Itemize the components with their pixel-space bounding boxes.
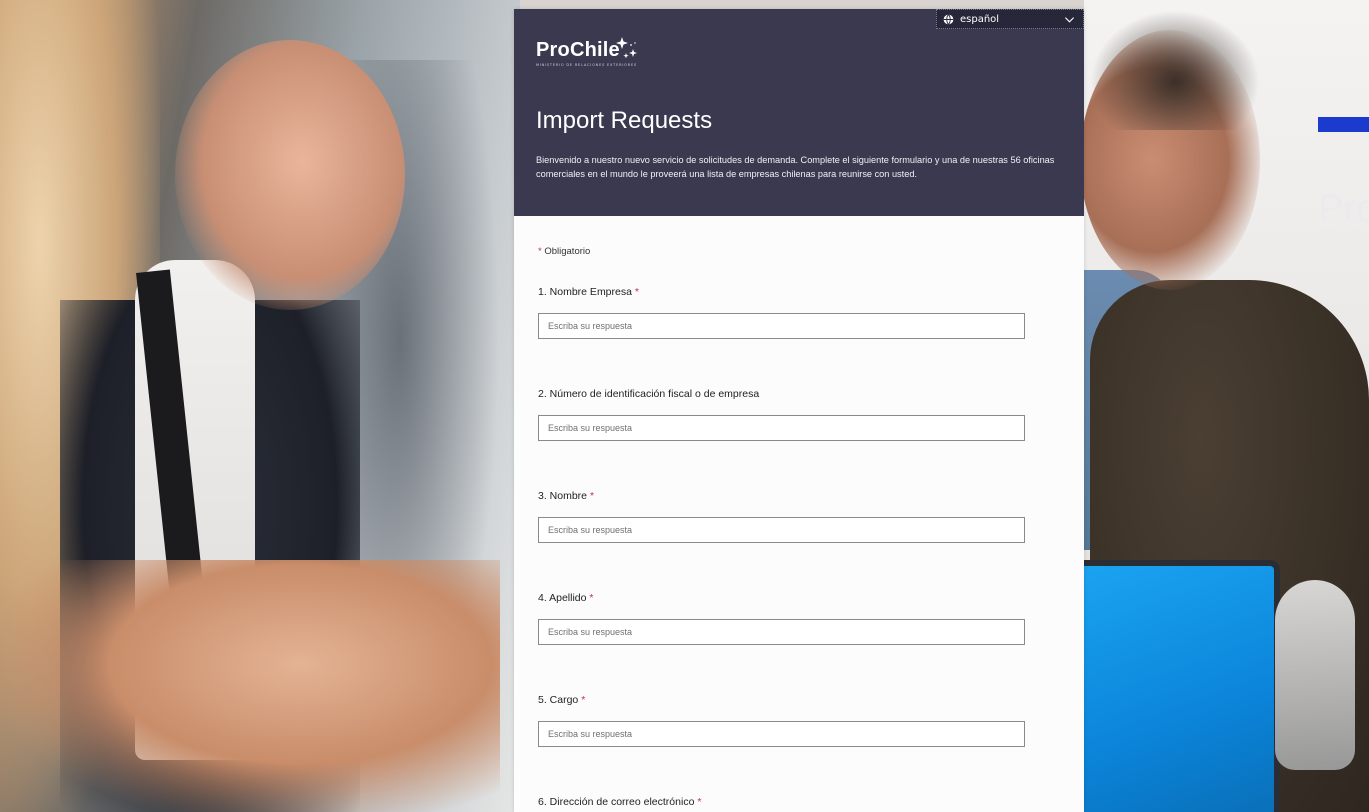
form-description: Bienvenido a nuestro nuevo servicio de s… <box>536 155 1055 179</box>
first-name-input[interactable] <box>538 517 1025 543</box>
company-name-input[interactable] <box>538 313 1025 339</box>
required-note: * Obligatorio <box>538 246 1084 257</box>
question-label: 2. Número de identificación fiscal o de … <box>538 388 1058 400</box>
language-label: español <box>960 13 1000 25</box>
question-company-name: 1. Nombre Empresa * <box>538 286 1058 339</box>
background-laptop <box>1084 560 1280 812</box>
question-label: 6. Dirección de correo electrónico * <box>538 796 1058 808</box>
required-star: * <box>634 286 639 298</box>
background-blue-bar <box>1318 117 1369 132</box>
question-text: 4. Apellido <box>538 592 587 604</box>
background-glass <box>1275 580 1355 770</box>
question-text: 5. Cargo <box>538 694 579 706</box>
required-star: * <box>538 246 542 257</box>
language-select[interactable]: español <box>936 9 1084 29</box>
question-label: 5. Cargo * <box>538 694 1058 706</box>
globe-icon <box>943 13 954 25</box>
required-star: * <box>589 592 594 604</box>
question-text: 2. Número de identificación fiscal o de … <box>538 388 760 400</box>
form-body: * Obligatorio 1. Nombre Empresa * 2. Núm… <box>514 216 1084 808</box>
question-text: 6. Dirección de correo electrónico <box>538 796 695 808</box>
tax-id-input[interactable] <box>538 415 1025 441</box>
required-star: * <box>697 796 702 808</box>
last-name-input[interactable] <box>538 619 1025 645</box>
question-text: 3. Nombre <box>538 490 588 502</box>
background-face <box>175 40 405 310</box>
prochile-logo: ProChile MINISTERIO DE RELACIONES EXTERI… <box>536 37 637 67</box>
form-header: español ProChile MINISTERIO DE RELACIONE… <box>514 9 1084 216</box>
chevron-down-icon <box>1064 16 1075 23</box>
job-title-input[interactable] <box>538 721 1025 747</box>
question-text: 1. Nombre Empresa <box>538 286 632 298</box>
form-title: Import Requests <box>536 107 713 134</box>
stars-icon <box>616 37 637 59</box>
question-email: 6. Dirección de correo electrónico * <box>538 796 1058 808</box>
background-brand-subtext: MINISTERIO DE R <box>1320 230 1366 242</box>
required-note-text: Obligatorio <box>544 246 591 257</box>
background-brand-text: Pro <box>1318 188 1369 230</box>
question-label: 3. Nombre * <box>538 490 1058 502</box>
question-last-name: 4. Apellido * <box>538 592 1058 645</box>
question-tax-id: 2. Número de identificación fiscal o de … <box>538 388 1058 441</box>
question-label: 4. Apellido * <box>538 592 1058 604</box>
question-label: 1. Nombre Empresa * <box>538 286 1058 298</box>
required-star: * <box>581 694 586 706</box>
required-star: * <box>589 490 595 502</box>
form-container: español ProChile MINISTERIO DE RELACIONE… <box>514 9 1084 812</box>
background-arm <box>0 560 500 812</box>
background-hair-right <box>1090 10 1260 130</box>
question-job-title: 5. Cargo * <box>538 694 1058 747</box>
question-first-name: 3. Nombre * <box>538 490 1058 543</box>
